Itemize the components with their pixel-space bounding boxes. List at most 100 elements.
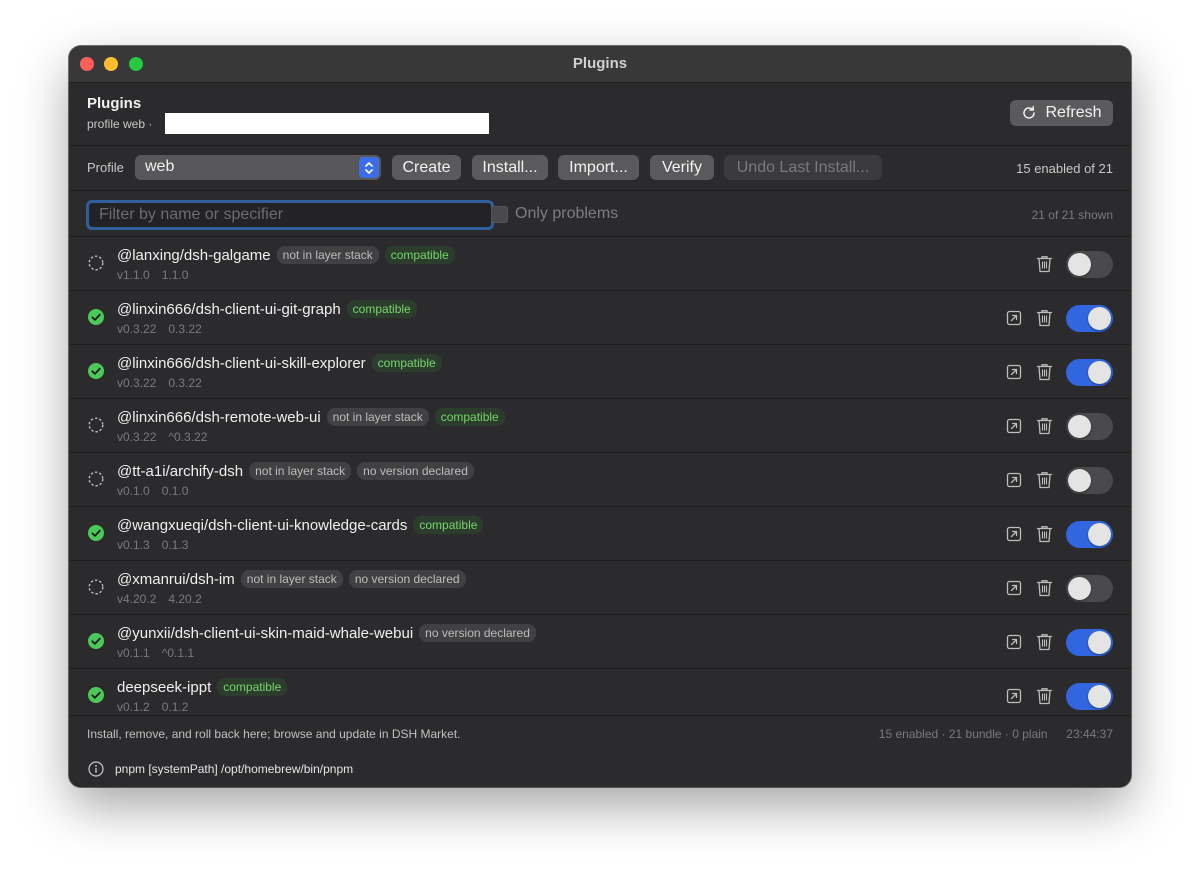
up-down-chevron-icon bbox=[359, 157, 379, 178]
trash-icon[interactable] bbox=[1036, 417, 1053, 435]
plugin-name-line: @linxin666/dsh-remote-web-ui not in layer… bbox=[117, 408, 505, 426]
plugin-row[interactable]: @lanxing/dsh-galgame not in layer stack co… bbox=[69, 237, 1131, 291]
profile-label: Profile bbox=[87, 160, 124, 175]
plugin-row[interactable]: deepseek-ippt compatible v0.1.2 0.1.2 bbox=[69, 669, 1131, 715]
open-external-icon[interactable] bbox=[1006, 688, 1022, 704]
enable-toggle[interactable] bbox=[1066, 359, 1113, 386]
trash-icon[interactable] bbox=[1036, 471, 1053, 489]
plugin-version: v0.3.22 bbox=[117, 376, 157, 390]
plugin-spec: 0.1.3 bbox=[161, 538, 189, 552]
trash-icon[interactable] bbox=[1036, 579, 1053, 597]
only-problems-toggle[interactable]: Only problems bbox=[491, 205, 618, 223]
plugin-spec: ^0.3.22 bbox=[168, 430, 208, 444]
enable-toggle[interactable] bbox=[1066, 413, 1113, 440]
verify-button[interactable]: Verify bbox=[650, 155, 714, 180]
page-subtitle: profile web · bbox=[87, 117, 153, 131]
trash-icon[interactable] bbox=[1036, 525, 1053, 543]
status-badge: not in layer stack bbox=[276, 246, 379, 264]
plugin-version-line: v1.1.0 1.1.0 bbox=[117, 268, 200, 282]
check-circle-icon bbox=[88, 525, 104, 541]
plugin-name-line: @xmanrui/dsh-im not in layer stack no vers… bbox=[117, 570, 466, 588]
filter-input[interactable] bbox=[86, 200, 494, 230]
plugin-name-line: @yunxii/dsh-client-ui-skin-maid-whale-we… bbox=[117, 624, 536, 642]
title-bar[interactable]: Plugins bbox=[69, 46, 1131, 83]
trash-icon[interactable] bbox=[1036, 363, 1053, 381]
status-badge: compatible bbox=[217, 678, 288, 696]
status-badge: compatible bbox=[413, 516, 484, 534]
undo-last-install-button[interactable]: Undo Last Install... bbox=[724, 155, 882, 180]
trash-icon[interactable] bbox=[1036, 255, 1053, 273]
profile-select[interactable]: web bbox=[135, 155, 381, 180]
plugin-spec: 0.1.2 bbox=[161, 700, 189, 714]
open-external-icon[interactable] bbox=[1006, 418, 1022, 434]
status-bar: pnpm [systemPath] /opt/homebrew/bin/pnpm bbox=[69, 751, 1131, 787]
trash-icon[interactable] bbox=[1036, 633, 1053, 651]
toggle-knob bbox=[1068, 469, 1091, 492]
plugin-name-line: @linxin666/dsh-client-ui-skill-explorer c… bbox=[117, 354, 442, 372]
plugin-row[interactable]: @yunxii/dsh-client-ui-skin-maid-whale-we… bbox=[69, 615, 1131, 669]
create-button[interactable]: Create bbox=[392, 155, 461, 180]
footer: Install, remove, and roll back here; bro… bbox=[69, 715, 1131, 752]
check-circle-icon bbox=[88, 309, 104, 325]
open-external-icon[interactable] bbox=[1006, 364, 1022, 380]
toggle-knob bbox=[1088, 361, 1111, 384]
enable-toggle[interactable] bbox=[1066, 521, 1113, 548]
plugin-name: @linxin666/dsh-client-ui-git-graph bbox=[117, 300, 341, 318]
plugin-row[interactable]: @linxin666/dsh-client-ui-git-graph compat… bbox=[69, 291, 1131, 345]
shown-count: 21 of 21 shown bbox=[1031, 208, 1113, 222]
plugin-list: @lanxing/dsh-galgame not in layer stack co… bbox=[69, 237, 1131, 715]
refresh-button[interactable]: Refresh bbox=[1010, 100, 1113, 126]
status-badge: compatible bbox=[346, 300, 417, 318]
status-badge: compatible bbox=[371, 354, 442, 372]
open-external-icon[interactable] bbox=[1006, 580, 1022, 596]
toolbar: Profile web Create Install... Import... … bbox=[69, 146, 1131, 191]
page-title: Plugins bbox=[87, 95, 142, 112]
plugins-window: Plugins Plugins profile web · Refresh Pr… bbox=[69, 46, 1131, 787]
enable-toggle[interactable] bbox=[1066, 629, 1113, 656]
dashed-circle-icon bbox=[88, 255, 104, 271]
enable-toggle[interactable] bbox=[1066, 575, 1113, 602]
plugin-version-line: v4.20.2 4.20.2 bbox=[117, 592, 214, 606]
plugin-row[interactable]: @linxin666/dsh-remote-web-ui not in layer… bbox=[69, 399, 1131, 453]
toggle-knob bbox=[1088, 307, 1111, 330]
plugin-row[interactable]: @xmanrui/dsh-im not in layer stack no vers… bbox=[69, 561, 1131, 615]
plugin-row[interactable]: @linxin666/dsh-client-ui-skill-explorer c… bbox=[69, 345, 1131, 399]
enable-toggle[interactable] bbox=[1066, 305, 1113, 332]
only-problems-checkbox[interactable] bbox=[491, 205, 508, 223]
plugin-row[interactable]: @wangxueqi/dsh-client-ui-knowledge-cards… bbox=[69, 507, 1131, 561]
plugin-version-line: v0.1.3 0.1.3 bbox=[117, 538, 200, 552]
plugin-version-line: v0.1.0 0.1.0 bbox=[117, 484, 200, 498]
toggle-knob bbox=[1088, 523, 1111, 546]
trash-icon[interactable] bbox=[1036, 687, 1053, 705]
plugin-name-line: @tt-a1i/archify-dsh not in layer stack no … bbox=[117, 462, 474, 480]
plugin-name: @lanxing/dsh-galgame bbox=[117, 246, 271, 264]
open-external-icon[interactable] bbox=[1006, 634, 1022, 650]
plugin-version-line: v0.3.22 0.3.22 bbox=[117, 376, 214, 390]
check-circle-icon bbox=[88, 687, 104, 703]
plugin-name: deepseek-ippt bbox=[117, 678, 212, 696]
toggle-knob bbox=[1068, 253, 1091, 276]
plugin-spec: 1.1.0 bbox=[161, 268, 189, 282]
install-button[interactable]: Install... bbox=[472, 155, 548, 180]
plugin-spec: 0.1.0 bbox=[161, 484, 189, 498]
footer-stats: 15 enabled · 21 bundle · 0 plain 23:44:3… bbox=[879, 727, 1113, 741]
open-external-icon[interactable] bbox=[1006, 526, 1022, 542]
profile-value: web bbox=[145, 158, 175, 175]
enable-toggle[interactable] bbox=[1066, 467, 1113, 494]
plugin-row[interactable]: @tt-a1i/archify-dsh not in layer stack no … bbox=[69, 453, 1131, 507]
check-circle-icon bbox=[88, 633, 104, 649]
toggle-knob bbox=[1088, 685, 1111, 708]
enable-toggle[interactable] bbox=[1066, 251, 1113, 278]
plugin-version-line: v0.1.1 ^0.1.1 bbox=[117, 646, 206, 660]
status-badge: no version declared bbox=[357, 462, 474, 480]
plugin-name-line: @lanxing/dsh-galgame not in layer stack co… bbox=[117, 246, 455, 264]
plugin-name: @linxin666/dsh-remote-web-ui bbox=[117, 408, 321, 426]
dashed-circle-icon bbox=[88, 579, 104, 595]
plugin-version: v0.1.0 bbox=[117, 484, 150, 498]
open-external-icon[interactable] bbox=[1006, 310, 1022, 326]
enable-toggle[interactable] bbox=[1066, 683, 1113, 710]
open-external-icon[interactable] bbox=[1006, 472, 1022, 488]
import-button[interactable]: Import... bbox=[558, 155, 639, 180]
refresh-icon bbox=[1023, 106, 1036, 119]
trash-icon[interactable] bbox=[1036, 309, 1053, 327]
